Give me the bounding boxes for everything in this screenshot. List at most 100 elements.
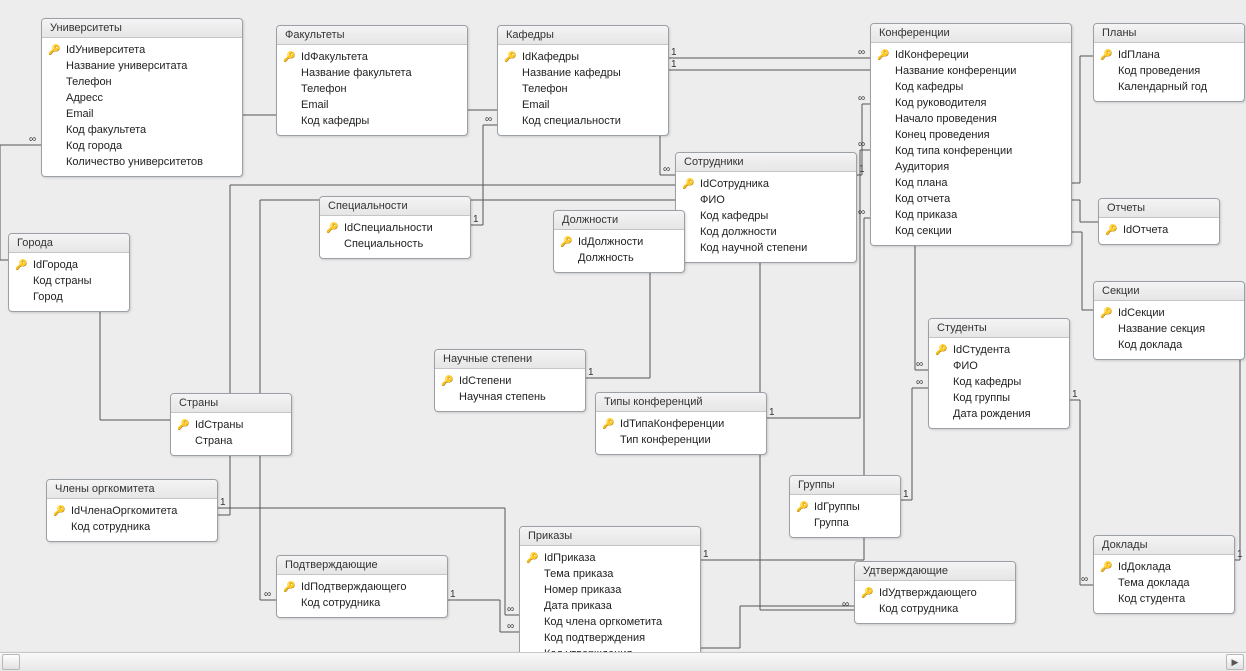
field-row[interactable]: ФИО [935, 358, 1063, 374]
entity-title[interactable]: Города [9, 234, 129, 253]
field-row[interactable]: Телефон [504, 81, 662, 97]
entity-specialties[interactable]: Специальности🔑IdСпециальностиСпециальнос… [319, 196, 471, 259]
field-row[interactable]: 🔑IdТипаКонференции [602, 416, 760, 432]
entity-orders[interactable]: Приказы🔑IdПриказаТема приказаНомер прика… [519, 526, 701, 669]
field-row[interactable]: Должность [560, 250, 678, 266]
field-row[interactable]: Email [504, 97, 662, 113]
entity-universities[interactable]: Университеты 🔑IdУниверситетаНазвание унив… [41, 18, 243, 177]
field-row[interactable]: 🔑IdСотрудника [682, 176, 850, 192]
entity-title[interactable]: Конференции [871, 24, 1071, 43]
field-row[interactable]: Тема доклада [1100, 575, 1228, 591]
field-row[interactable]: 🔑IdПодтверждающего [283, 579, 441, 595]
field-row[interactable]: 🔑IdСтудента [935, 342, 1063, 358]
field-row[interactable]: Научная степень [441, 389, 579, 405]
field-row[interactable]: Начало проведения [877, 111, 1065, 127]
entity-title[interactable]: Должности [554, 211, 684, 230]
entity-conf_types[interactable]: Типы конференций🔑IdТипаКонференцииТип ко… [595, 392, 767, 455]
entity-title[interactable]: Члены оргкомитета [47, 480, 217, 499]
field-row[interactable]: Код члена оргкометита [526, 614, 694, 630]
field-row[interactable]: 🔑IdДоклада [1100, 559, 1228, 575]
entity-confirmers[interactable]: Подтверждающие 🔑IdПодтверждающегоКод сотр… [276, 555, 448, 618]
field-row[interactable]: Название университата [48, 58, 236, 74]
field-row[interactable]: Название кафедры [504, 65, 662, 81]
entity-title[interactable]: Отчеты [1099, 199, 1219, 218]
field-row[interactable]: Номер приказа [526, 582, 694, 598]
entity-departments[interactable]: Кафедры 🔑IdКафедрыНазвание кафедрыТелефон… [497, 25, 669, 136]
field-row[interactable]: Тема приказа [526, 566, 694, 582]
field-row[interactable]: Код страны [15, 273, 123, 289]
field-row[interactable]: 🔑IdКафедры [504, 49, 662, 65]
entity-title[interactable]: Научные степени [435, 350, 585, 369]
entity-degrees[interactable]: Научные степени 🔑IdСтепениНаучная степень [434, 349, 586, 412]
entity-title[interactable]: Специальности [320, 197, 470, 216]
er-diagram-canvas[interactable]: 1∞1∞1∞1∞1∞1∞1∞1∞1∞1∞1∞1∞1∞1∞1∞1∞1∞1∞1∞1∞… [0, 0, 1246, 651]
field-row[interactable]: 🔑IdСекции [1100, 305, 1238, 321]
field-row[interactable]: 🔑IdЧленаОргкомитета [53, 503, 211, 519]
horizontal-scrollbar[interactable]: ▶ [0, 652, 1246, 671]
scroll-right-button[interactable]: ▶ [1226, 654, 1244, 670]
field-row[interactable]: Конец проведения [877, 127, 1065, 143]
entity-title[interactable]: Университеты [42, 19, 242, 38]
entity-title[interactable]: Удтверждающие [855, 562, 1015, 581]
entity-countries[interactable]: Страны 🔑IdСтраныСтрана [170, 393, 292, 456]
field-row[interactable]: Код кафедры [682, 208, 850, 224]
entity-title[interactable]: Студенты [929, 319, 1069, 338]
entity-reports[interactable]: Отчеты🔑IdОтчета [1098, 198, 1220, 245]
entity-title[interactable]: Секции [1094, 282, 1244, 301]
field-row[interactable]: Название конференции [877, 63, 1065, 79]
field-row[interactable]: Код студента [1100, 591, 1228, 607]
field-row[interactable]: Тип конференции [602, 432, 760, 448]
entity-committee[interactable]: Члены оргкомитета 🔑IdЧленаОргкомитетаКод … [46, 479, 218, 542]
field-row[interactable]: Код типа конференции [877, 143, 1065, 159]
entity-sections[interactable]: Секции🔑IdСекцииНазвание секцияКод доклад… [1093, 281, 1245, 360]
field-row[interactable]: 🔑IdДолжности [560, 234, 678, 250]
field-row[interactable]: Код руководителя [877, 95, 1065, 111]
field-row[interactable]: 🔑IdСтепени [441, 373, 579, 389]
field-row[interactable]: 🔑IdКонфереции [877, 47, 1065, 63]
field-row[interactable]: 🔑IdПлана [1100, 47, 1238, 63]
field-row[interactable]: Группа [796, 515, 894, 531]
field-row[interactable]: Код группы [935, 390, 1063, 406]
field-row[interactable]: ФИО [682, 192, 850, 208]
entity-students[interactable]: Студенты 🔑IdСтудентаФИОКод кафедрыКод гру… [928, 318, 1070, 429]
field-row[interactable]: 🔑IdСтраны [177, 417, 285, 433]
field-row[interactable]: Название факультета [283, 65, 461, 81]
entity-plans[interactable]: Планы🔑IdПланаКод проведенияКалендарный г… [1093, 23, 1245, 102]
field-row[interactable]: Код отчета [877, 191, 1065, 207]
field-row[interactable]: Код сотрудника [861, 601, 1009, 617]
entity-title[interactable]: Факультеты [277, 26, 467, 45]
entity-positions[interactable]: Должности 🔑IdДолжностиДолжность [553, 210, 685, 273]
entity-title[interactable]: Подтверждающие [277, 556, 447, 575]
field-row[interactable]: 🔑IdСпециальности [326, 220, 464, 236]
field-row[interactable]: Код подтверждения [526, 630, 694, 646]
field-row[interactable]: Код кафедры [877, 79, 1065, 95]
field-row[interactable]: 🔑IdУниверситета [48, 42, 236, 58]
field-row[interactable]: 🔑IdПриказа [526, 550, 694, 566]
entity-title[interactable]: Планы [1094, 24, 1244, 43]
field-row[interactable]: Код сотрудника [53, 519, 211, 535]
entity-title[interactable]: Кафедры [498, 26, 668, 45]
field-row[interactable]: Код специальности [504, 113, 662, 129]
entity-conferences[interactable]: Конференции 🔑IdКонферецииНазвание конфере… [870, 23, 1072, 246]
field-row[interactable]: Адресс [48, 90, 236, 106]
field-row[interactable]: Дата рождения [935, 406, 1063, 422]
field-row[interactable]: Email [283, 97, 461, 113]
entity-title[interactable]: Страны [171, 394, 291, 413]
entity-title[interactable]: Сотрудники [676, 153, 856, 172]
field-row[interactable]: Код сотрудника [283, 595, 441, 611]
field-row[interactable]: Код научной степени [682, 240, 850, 256]
field-row[interactable]: Календарный год [1100, 79, 1238, 95]
entity-cities[interactable]: Города🔑IdГородаКод страныГород [8, 233, 130, 312]
field-row[interactable]: Код города [48, 138, 236, 154]
field-row[interactable]: Страна [177, 433, 285, 449]
entity-title[interactable]: Группы [790, 476, 900, 495]
field-row[interactable]: Код плана [877, 175, 1065, 191]
field-row[interactable]: 🔑IdГорода [15, 257, 123, 273]
field-row[interactable]: Код должности [682, 224, 850, 240]
field-row[interactable]: Код секции [877, 223, 1065, 239]
scroll-track[interactable] [20, 655, 1226, 669]
field-row[interactable]: Телефон [283, 81, 461, 97]
field-row[interactable]: Телефон [48, 74, 236, 90]
entity-employees[interactable]: Сотрудники🔑IdСотрудникаФИОКод кафедрыКод… [675, 152, 857, 263]
field-row[interactable]: Код кафедры [935, 374, 1063, 390]
